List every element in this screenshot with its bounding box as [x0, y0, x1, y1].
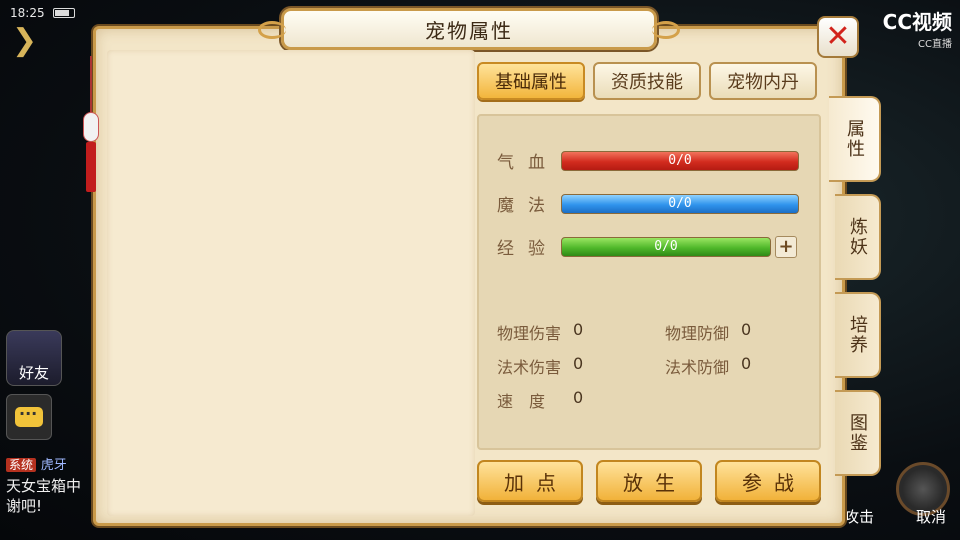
exp-label: 经验	[497, 239, 559, 259]
tab-aptitude-skills[interactable]: 资质技能	[593, 62, 701, 100]
tab-pet-core[interactable]: 宠物内丹	[709, 62, 817, 100]
hp-bar: 0/0	[561, 150, 799, 171]
stat-magic-attack: 法术伤害 0	[497, 354, 583, 378]
title-swirl-icon	[258, 21, 286, 39]
stream-logo: CC视频 CC直播	[883, 6, 952, 50]
stat-value: 0	[573, 354, 584, 373]
tassel-ornament	[81, 56, 101, 196]
add-exp-button[interactable]: +	[775, 235, 797, 258]
mp-row: 魔法 0/0	[497, 191, 799, 216]
add-points-button[interactable]: 加点	[477, 460, 583, 502]
pet-attributes-dialog: 宠物属性 ✕ 基础属性 资质技能 宠物内丹 气血 0/0 魔法 0/0 经验 0…	[83, 8, 881, 526]
attribute-tabs: 基础属性 资质技能 宠物内丹	[477, 62, 817, 100]
chat-line: 谢吧!	[6, 497, 43, 515]
chat-icon	[15, 404, 43, 427]
chat-button[interactable]	[6, 394, 52, 440]
title-plate: 宠物属性	[258, 8, 680, 50]
stat-label: 物理防御	[665, 324, 730, 343]
pet-preview-panel	[107, 50, 475, 516]
stat-value: 0	[573, 388, 584, 407]
chat-sender: 虎牙	[40, 458, 67, 473]
stat-value: 0	[573, 320, 584, 339]
dialog-title: 宠物属性	[425, 18, 513, 43]
stat-label: 速 度	[497, 392, 546, 411]
exp-value: 0/0	[654, 238, 678, 254]
friends-label: 好友	[18, 364, 49, 382]
side-tab-cultivate[interactable]: 培养	[835, 292, 881, 378]
chat-tag: 系统	[6, 458, 37, 472]
battery-icon	[52, 8, 75, 18]
stream-logo-text: CC视频	[882, 10, 952, 34]
stat-value: 0	[741, 320, 752, 339]
hp-value: 0/0	[668, 152, 692, 168]
close-icon: ✕	[825, 19, 851, 54]
mp-label: 魔法	[497, 196, 559, 216]
back-arrow-icon[interactable]: ❯	[12, 26, 37, 56]
exp-row: 经验 0/0 +	[497, 234, 797, 259]
tab-basic-attributes[interactable]: 基础属性	[477, 62, 585, 100]
attribute-content-panel: 气血 0/0 魔法 0/0 经验 0/0 + 物理伤害 0 物理防御 0 法术伤…	[477, 114, 821, 450]
chat-line: 天女宝箱中	[6, 477, 82, 495]
side-tab-attributes[interactable]: 属性	[829, 96, 881, 182]
chat-log: 系统 虎牙 天女宝箱中 谢吧!	[6, 454, 96, 516]
exp-bar: 0/0	[561, 236, 771, 257]
stat-label: 法术防御	[665, 358, 730, 377]
stat-magic-defense: 法术防御 0	[665, 354, 751, 378]
stat-phys-defense: 物理防御 0	[665, 320, 751, 344]
clock: 18:25	[10, 6, 45, 20]
stat-label: 法术伤害	[497, 358, 562, 377]
stat-phys-attack: 物理伤害 0	[497, 320, 583, 344]
left-hud: 好友	[6, 330, 76, 440]
stat-speed: 速 度 0	[497, 388, 583, 412]
close-button[interactable]: ✕	[817, 16, 859, 58]
side-tab-handbook[interactable]: 图鉴	[835, 390, 881, 476]
attack-label: 攻击	[843, 508, 874, 526]
hp-label: 气血	[497, 153, 559, 173]
stream-logo-sub: CC直播	[918, 39, 952, 50]
join-battle-button[interactable]: 参战	[715, 460, 821, 502]
stat-value: 0	[741, 354, 752, 373]
status-bar: 18:25	[10, 6, 75, 20]
mp-bar: 0/0	[561, 193, 799, 214]
cancel-label: 取消	[915, 508, 946, 526]
side-tab-refine[interactable]: 炼妖	[835, 194, 881, 280]
friends-button[interactable]: 好友	[6, 330, 62, 386]
release-pet-button[interactable]: 放生	[596, 460, 702, 502]
mp-value: 0/0	[668, 195, 692, 211]
hp-row: 气血 0/0	[497, 148, 799, 173]
stat-label: 物理伤害	[497, 324, 562, 343]
title-swirl-icon	[652, 21, 680, 39]
